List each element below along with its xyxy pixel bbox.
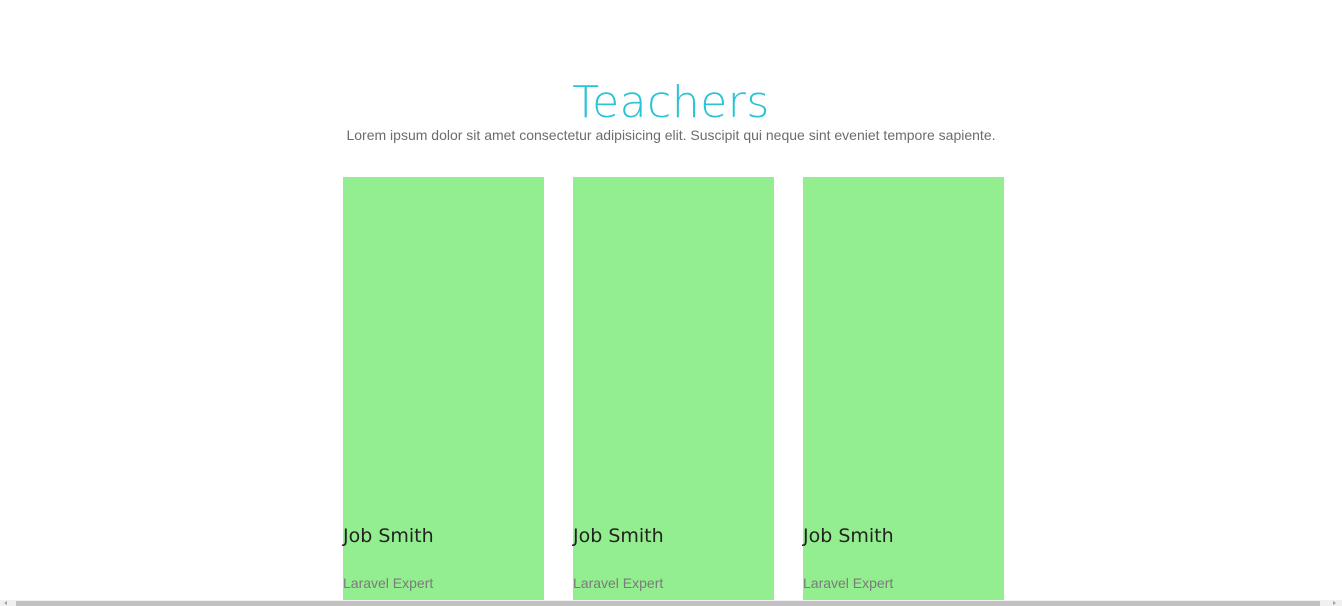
teacher-card[interactable]: Job Smith Laravel Expert <box>573 177 774 600</box>
chevron-left-icon[interactable] <box>4 601 7 605</box>
teacher-card[interactable]: Job Smith Laravel Expert <box>803 177 1004 600</box>
teacher-card[interactable]: Job Smith Laravel Expert <box>343 177 544 600</box>
teacher-cards: Job Smith Laravel Expert Job Smith Larav… <box>343 177 1004 600</box>
teacher-role: Laravel Expert <box>803 575 894 591</box>
teachers-page: Teachers Lorem ipsum dolor sit amet cons… <box>0 0 1342 606</box>
teacher-role: Laravel Expert <box>573 575 664 591</box>
section-subtitle: Lorem ipsum dolor sit amet consectetur a… <box>346 127 996 143</box>
horizontal-scrollbar[interactable] <box>0 600 1342 606</box>
teacher-role: Laravel Expert <box>343 575 434 591</box>
teacher-name: Job Smith <box>573 525 664 547</box>
teacher-name: Job Smith <box>343 525 434 547</box>
scrollbar-thumb[interactable] <box>16 601 1320 606</box>
section-title: Teachers <box>572 77 770 129</box>
chevron-right-icon[interactable] <box>1333 601 1336 605</box>
teacher-name: Job Smith <box>803 525 894 547</box>
